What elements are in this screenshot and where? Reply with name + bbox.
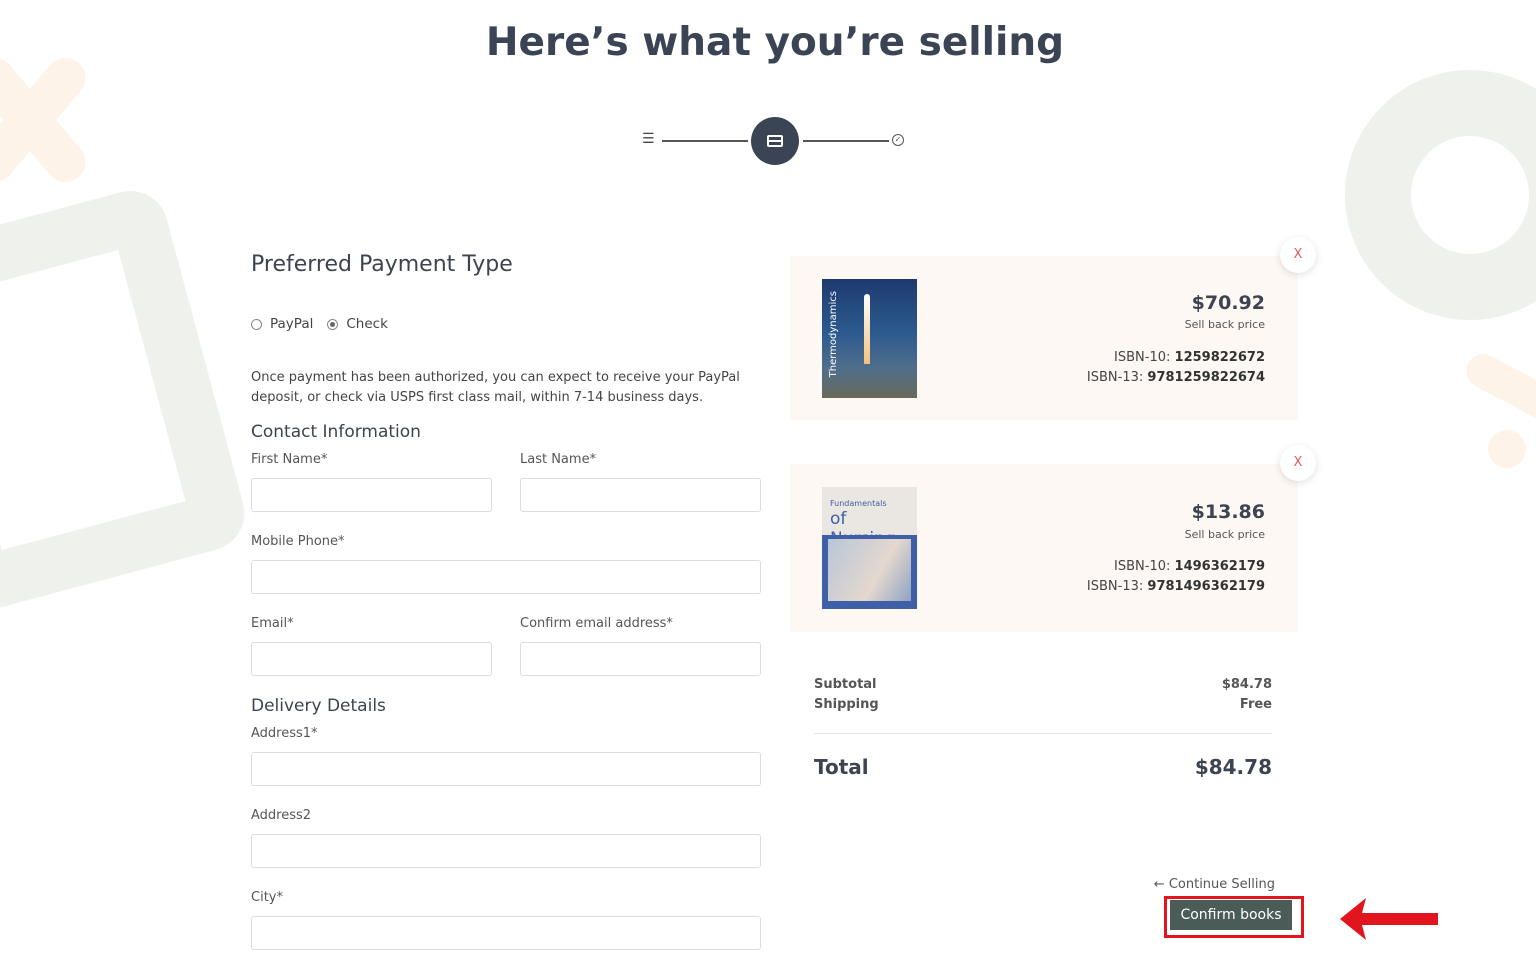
total-label: Total xyxy=(814,755,869,779)
address2-label: Address2 xyxy=(251,808,312,823)
deco-x-shape xyxy=(0,49,94,191)
book-cover-image: Thermodynamics xyxy=(822,279,917,398)
delivery-heading: Delivery Details xyxy=(251,696,386,716)
credit-card-icon xyxy=(751,117,799,165)
payment-type-options: PayPal Check xyxy=(251,316,402,332)
list-icon[interactable]: ☰ xyxy=(642,131,655,147)
cart-item: Thermodynamics $70.92 Sell back price IS… xyxy=(790,256,1298,420)
paypal-label: PayPal xyxy=(270,316,314,332)
deco-square-shape xyxy=(0,182,253,618)
shipping-row: Shipping Free xyxy=(814,697,1272,712)
last-name-label: Last Name* xyxy=(520,452,597,467)
sell-back-price: $13.86 xyxy=(1191,501,1265,523)
first-name-label: First Name* xyxy=(251,452,328,467)
payment-heading: Preferred Payment Type xyxy=(251,252,513,277)
isbn13-line: ISBN-13: 9781496362179 xyxy=(1086,579,1265,594)
nurses-photo xyxy=(828,539,911,601)
deco-ring-shape xyxy=(1345,70,1536,320)
sell-back-price-label: Sell back price xyxy=(1184,528,1265,541)
contact-heading: Contact Information xyxy=(251,422,421,442)
check-label: Check xyxy=(346,316,388,332)
email-label: Email* xyxy=(251,616,294,631)
payment-info-text: Once payment has been authorized, you ca… xyxy=(251,370,740,405)
paypal-option[interactable]: PayPal xyxy=(251,316,313,332)
shipping-value: Free xyxy=(1239,697,1272,712)
rocket-illustration xyxy=(864,294,870,364)
shipping-label: Shipping xyxy=(814,697,879,712)
book-cover-subtitle: Fundamentals xyxy=(830,499,887,508)
address2-field[interactable] xyxy=(251,834,761,868)
confirm-email-label: Confirm email address* xyxy=(520,616,673,631)
subtotal-label: Subtotal xyxy=(814,677,877,692)
address1-field[interactable] xyxy=(251,752,761,786)
confirm-books-button[interactable]: Confirm books xyxy=(1170,900,1292,930)
annotation-arrow-icon xyxy=(1340,898,1438,940)
isbn13-line: ISBN-13: 9781259822674 xyxy=(1086,370,1265,385)
deco-x-shape xyxy=(0,49,94,191)
stepper-line xyxy=(662,140,748,142)
email-field[interactable] xyxy=(251,642,492,676)
checkout-form: Preferred Payment Type PayPal Check Once… xyxy=(251,252,761,950)
sell-back-price-label: Sell back price xyxy=(1184,318,1265,331)
check-circle-icon: ✓ xyxy=(892,134,904,146)
city-field[interactable] xyxy=(251,916,761,950)
sell-back-price: $70.92 xyxy=(1191,292,1265,314)
subtotal-row: Subtotal $84.78 xyxy=(814,677,1272,692)
check-radio[interactable] xyxy=(327,318,339,330)
check-option[interactable]: Check xyxy=(327,316,388,332)
remove-item-button[interactable]: X xyxy=(1280,445,1316,481)
total-value: $84.78 xyxy=(1194,755,1272,779)
summary-divider xyxy=(814,733,1272,734)
remove-item-button[interactable]: X xyxy=(1280,237,1316,273)
confirm-email-field[interactable] xyxy=(520,642,761,676)
deco-dot-shape xyxy=(1488,430,1526,468)
stepper-line xyxy=(803,140,889,142)
total-row: Total $84.78 xyxy=(814,755,1272,779)
cart-item: Fundamentals of Nursing $13.86 Sell back… xyxy=(790,464,1298,632)
city-label: City* xyxy=(251,890,283,905)
page-title: Here’s what you’re selling xyxy=(485,20,1065,65)
address1-label: Address1* xyxy=(251,726,318,741)
isbn10-line: ISBN-10: 1259822672 xyxy=(1114,350,1265,365)
paypal-radio[interactable] xyxy=(251,318,262,330)
book-cover-image: Fundamentals of Nursing xyxy=(822,487,917,609)
first-name-field[interactable] xyxy=(251,478,492,512)
checkout-stepper: ☰ ✓ xyxy=(640,117,910,165)
book-cover-title: Thermodynamics xyxy=(828,291,839,378)
mobile-phone-label: Mobile Phone* xyxy=(251,534,345,549)
last-name-field[interactable] xyxy=(520,478,761,512)
isbn10-line: ISBN-10: 1496362179 xyxy=(1114,559,1265,574)
deco-bar-shape xyxy=(1460,348,1536,430)
subtotal-value: $84.78 xyxy=(1221,677,1272,692)
mobile-phone-field[interactable] xyxy=(251,560,761,594)
continue-selling-link[interactable]: ← Continue Selling xyxy=(1140,877,1275,892)
